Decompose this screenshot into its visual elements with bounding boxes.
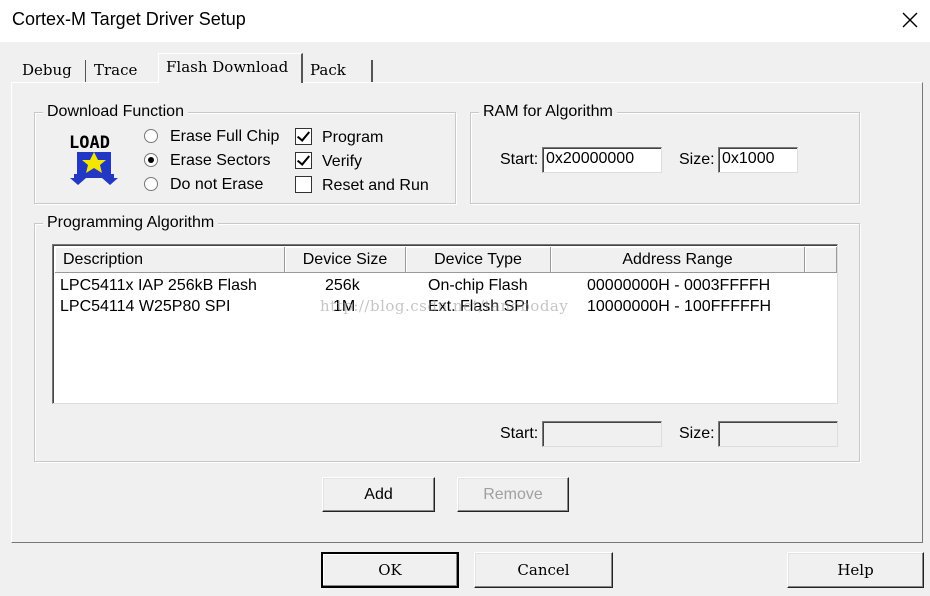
ram-size-label: Size: xyxy=(679,151,715,168)
tab-flash-download[interactable]: Flash Download xyxy=(158,53,303,83)
checkbox-program-label: Program xyxy=(322,129,384,146)
dialog-window: Cortex-M Target Driver Setup Debug Trace… xyxy=(0,0,930,596)
column-header-description[interactable]: Description xyxy=(55,247,285,273)
row-device-type: On-chip Flash xyxy=(428,277,528,294)
row-address-range: 00000000H - 0003FFFFH xyxy=(587,277,771,294)
radio-do-not-erase[interactable]: Do not Erase xyxy=(144,175,263,195)
tab-flash-download-label: Flash Download xyxy=(166,58,289,76)
checkbox-verify-label: Verify xyxy=(322,153,363,170)
window-title: Cortex-M Target Driver Setup xyxy=(12,9,246,29)
tab-debug-label: Debug xyxy=(22,61,72,79)
algorithm-size-label: Size: xyxy=(679,425,715,442)
radio-do-not-erase-circle[interactable] xyxy=(144,176,158,191)
ok-button[interactable]: OK xyxy=(321,552,459,588)
add-button[interactable]: Add xyxy=(322,477,435,512)
load-icon: LOAD xyxy=(69,133,118,185)
row-address-range: 10000000H - 100FFFFFH xyxy=(587,298,772,315)
radio-do-not-erase-label: Do not Erase xyxy=(170,176,264,193)
checkbox-program-box[interactable] xyxy=(295,128,312,146)
radio-erase-sectors-circle[interactable] xyxy=(144,152,158,167)
column-header-device-type[interactable]: Device Type xyxy=(406,247,551,273)
column-header-address-range-label: Address Range xyxy=(622,251,733,268)
column-header-device-size[interactable]: Device Size xyxy=(285,247,406,273)
radio-erase-sectors-label: Erase Sectors xyxy=(170,152,271,169)
checkbox-reset-and-run-label: Reset and Run xyxy=(322,177,429,194)
tab-trace-label: Trace xyxy=(94,61,138,79)
ram-start-label: Start: xyxy=(500,151,539,168)
checkbox-verify-box[interactable] xyxy=(295,152,312,170)
row-device-size: 256k xyxy=(325,277,360,294)
tab-pack[interactable]: Pack xyxy=(303,60,373,82)
tab-pack-label: Pack xyxy=(310,61,346,79)
close-icon[interactable] xyxy=(898,8,922,32)
column-header-device-type-label: Device Type xyxy=(434,251,522,268)
checkbox-reset-and-run[interactable]: Reset and Run xyxy=(295,176,429,196)
algorithm-start-input[interactable] xyxy=(542,421,662,447)
watermark: http://blog.csdn.net/tanoboday xyxy=(320,297,569,315)
radio-erase-full-chip[interactable]: Erase Full Chip xyxy=(144,127,279,147)
checkbox-verify[interactable]: Verify xyxy=(295,152,362,172)
title-bar: Cortex-M Target Driver Setup xyxy=(0,0,930,42)
column-header-address-range[interactable]: Address Range xyxy=(551,247,805,273)
cancel-button[interactable]: Cancel xyxy=(474,552,613,588)
download-function-legend: Download Function xyxy=(43,102,188,122)
tab-trace[interactable]: Trace xyxy=(87,60,157,82)
checkbox-program[interactable]: Program xyxy=(295,128,383,148)
programming-algorithm-legend: Programming Algorithm xyxy=(43,213,219,233)
column-header-device-size-label: Device Size xyxy=(302,251,388,268)
checkbox-reset-and-run-box[interactable] xyxy=(295,176,312,194)
ram-size-input[interactable]: 0x1000 xyxy=(718,147,798,173)
column-header-description-label: Description xyxy=(63,251,144,268)
column-header-filler xyxy=(805,247,837,273)
row-description: LPC5411x IAP 256kB Flash xyxy=(60,277,257,294)
tab-debug[interactable]: Debug xyxy=(15,60,86,82)
algorithm-size-input[interactable] xyxy=(718,421,838,447)
radio-erase-full-chip-circle[interactable] xyxy=(144,128,158,143)
help-button[interactable]: Help xyxy=(787,552,924,588)
radio-erase-sectors[interactable]: Erase Sectors xyxy=(144,151,270,171)
algorithm-list[interactable]: Description Device Size Device Type Addr… xyxy=(52,244,838,404)
load-icon-text: LOAD xyxy=(69,133,110,153)
row-description: LPC54114 W25P80 SPI xyxy=(60,298,231,315)
algorithm-start-label: Start: xyxy=(500,425,539,442)
ram-for-algorithm-legend: RAM for Algorithm xyxy=(479,102,617,122)
remove-button[interactable]: Remove xyxy=(457,477,569,512)
ram-start-input[interactable]: 0x20000000 xyxy=(542,147,662,173)
radio-erase-full-chip-label: Erase Full Chip xyxy=(170,128,280,145)
